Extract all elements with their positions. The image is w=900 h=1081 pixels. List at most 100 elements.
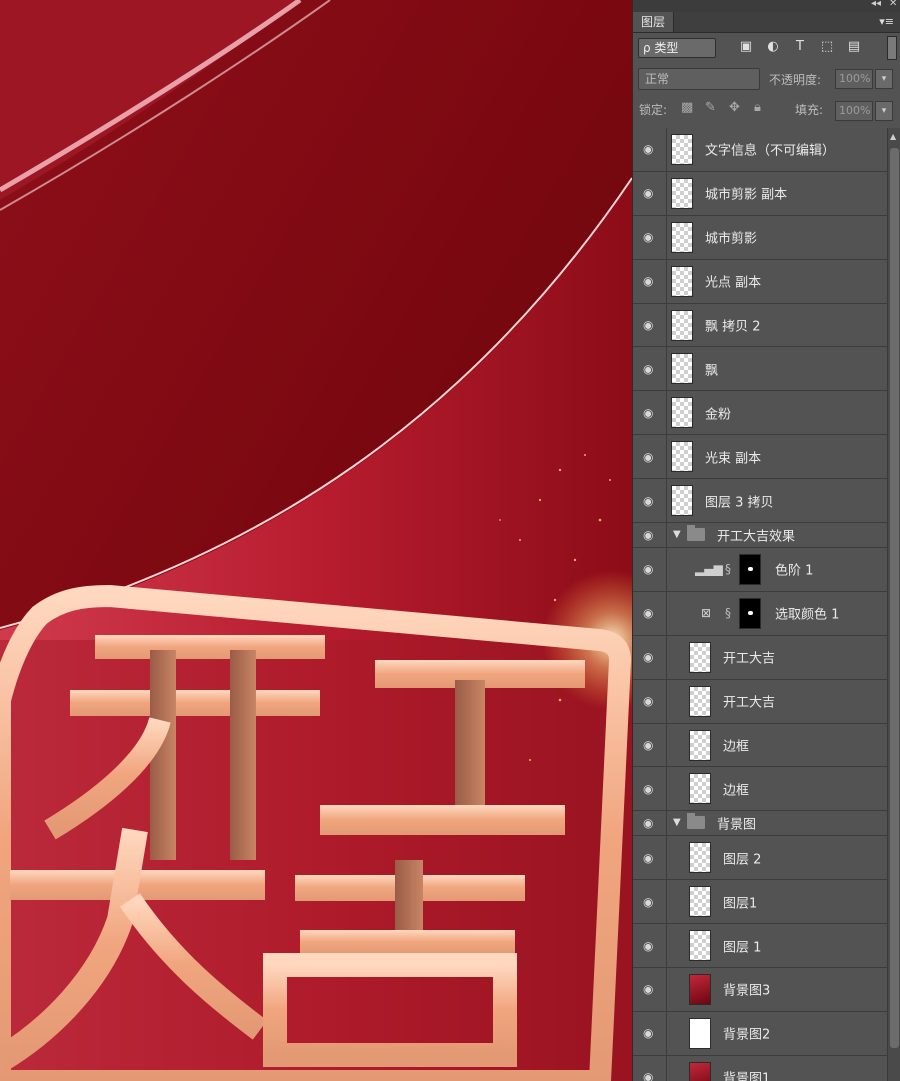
layer-name[interactable]: 边框 — [723, 736, 749, 755]
layer-group-row[interactable]: ◉ ▼ 开工大吉效果 — [633, 523, 887, 549]
layer-thumbnail[interactable] — [689, 930, 711, 962]
layer-row[interactable]: ◉ 开工大吉 — [633, 635, 887, 680]
layer-name[interactable]: 开工大吉 — [723, 692, 775, 711]
layer-name[interactable]: 背景图3 — [723, 980, 770, 999]
visibility-toggle[interactable]: ◉ — [633, 767, 667, 811]
panel-menu-icon[interactable]: ▾≡ — [879, 15, 894, 28]
layer-name[interactable]: 光束 副本 — [705, 447, 761, 466]
layer-name[interactable]: 文字信息（不可编辑） — [705, 140, 835, 159]
filter-toggle-switch[interactable] — [887, 36, 897, 60]
collapse-panel-icon[interactable]: ◂◂ — [871, 0, 881, 9]
layer-thumbnail[interactable] — [671, 397, 693, 429]
document-canvas[interactable] — [0, 0, 632, 1081]
layer-row[interactable]: ◉ 图层 2 — [633, 836, 887, 881]
visibility-toggle[interactable]: ◉ — [633, 968, 667, 1011]
layer-thumbnail[interactable] — [689, 842, 711, 874]
layer-thumbnail[interactable] — [689, 886, 711, 918]
layer-name[interactable]: 城市剪影 副本 — [705, 184, 787, 203]
layer-thumbnail[interactable] — [671, 134, 693, 165]
mask-link-icon[interactable]: § — [725, 606, 731, 620]
layer-name[interactable]: 色阶 1 — [775, 560, 813, 579]
shape-icon[interactable]: ⬚ — [818, 38, 836, 56]
lock-position-icon[interactable]: ✥ — [729, 100, 740, 115]
layer-thumbnail[interactable] — [671, 309, 693, 341]
layer-row[interactable]: ◉ 边框 — [633, 767, 887, 812]
layer-row[interactable]: ◉ ▂▄▆ § 色阶 1 — [633, 548, 887, 592]
visibility-toggle[interactable]: ◉ — [633, 723, 667, 767]
layer-name[interactable]: 图层1 — [723, 892, 757, 911]
layer-row[interactable]: ◉ 光束 副本 — [633, 435, 887, 480]
visibility-toggle[interactable]: ◉ — [633, 479, 667, 523]
layer-name[interactable]: 城市剪影 — [705, 228, 757, 247]
fill-dropdown-icon[interactable]: ▾ — [875, 101, 893, 121]
visibility-toggle[interactable]: ◉ — [633, 391, 667, 435]
layer-name[interactable]: 背景图2 — [723, 1024, 770, 1043]
visibility-toggle[interactable]: ◉ — [633, 635, 667, 679]
layer-thumbnail[interactable] — [671, 441, 693, 473]
scroll-up-icon[interactable]: ▲ — [890, 132, 896, 141]
layer-row[interactable]: ◉ ⊠ § 选取颜色 1 — [633, 591, 887, 636]
visibility-toggle[interactable]: ◉ — [633, 1011, 667, 1055]
layer-name[interactable]: 开工大吉 — [723, 648, 775, 667]
tab-layers[interactable]: 图层 — [633, 12, 675, 32]
layer-name[interactable]: 边框 — [723, 779, 749, 798]
layer-row[interactable]: ◉ 飘 — [633, 347, 887, 392]
visibility-toggle[interactable]: ◉ — [633, 171, 667, 215]
blend-mode-select[interactable]: 正常 — [638, 68, 760, 90]
layer-thumbnail[interactable] — [671, 353, 693, 385]
layer-name[interactable]: 图层 2 — [723, 848, 761, 867]
layer-thumbnail[interactable] — [689, 641, 711, 673]
layer-name[interactable]: 背景图1 — [723, 1068, 770, 1081]
lock-pixels-icon[interactable]: ✎ — [705, 100, 716, 115]
close-panel-icon[interactable]: ✕ — [889, 0, 897, 9]
expand-group-icon[interactable]: ▼ — [673, 817, 681, 828]
layer-name[interactable]: 图层 1 — [723, 936, 761, 955]
visibility-toggle[interactable]: ◉ — [633, 523, 667, 548]
visibility-toggle[interactable]: ◉ — [633, 880, 667, 924]
layer-row[interactable]: ◉ 金粉 — [633, 391, 887, 436]
layer-name[interactable]: 金粉 — [705, 403, 731, 422]
smart-object-icon[interactable]: ▤ — [845, 38, 863, 56]
layer-mask-thumbnail[interactable] — [739, 597, 761, 629]
visibility-toggle[interactable]: ◉ — [633, 347, 667, 391]
layer-row[interactable]: ◉ 边框 — [633, 723, 887, 768]
layer-list-scrollbar[interactable]: ▲ — [887, 128, 900, 1081]
layer-row[interactable]: ◉ 城市剪影 副本 — [633, 171, 887, 216]
adjustment-icon[interactable]: ◐ — [764, 38, 782, 56]
layer-thumbnail[interactable] — [671, 265, 693, 297]
visibility-toggle[interactable]: ◉ — [633, 435, 667, 479]
visibility-toggle[interactable]: ◉ — [633, 679, 667, 723]
opacity-field[interactable]: 100% — [835, 69, 873, 89]
visibility-toggle[interactable]: ◉ — [633, 811, 667, 836]
layer-name[interactable]: 飘 拷贝 2 — [705, 316, 761, 335]
mask-link-icon[interactable]: § — [725, 562, 731, 576]
visibility-toggle[interactable]: ◉ — [633, 215, 667, 259]
layer-name[interactable]: 光点 副本 — [705, 272, 761, 291]
visibility-toggle[interactable]: ◉ — [633, 548, 667, 591]
layer-row[interactable]: ◉ 城市剪影 — [633, 215, 887, 260]
layer-thumbnail[interactable] — [671, 221, 693, 253]
layer-thumbnail[interactable] — [689, 1017, 711, 1049]
layer-row[interactable]: ◉ 开工大吉 — [633, 679, 887, 724]
type-icon[interactable]: T — [791, 38, 809, 56]
lock-transparent-icon[interactable]: ▩ — [681, 100, 693, 115]
layer-row[interactable]: ◉ 图层1 — [633, 880, 887, 925]
layer-name[interactable]: 选取颜色 1 — [775, 604, 839, 623]
visibility-toggle[interactable]: ◉ — [633, 836, 667, 880]
layer-row[interactable]: ◉ 背景图3 — [633, 968, 887, 1012]
layer-thumbnail[interactable] — [671, 177, 693, 209]
visibility-toggle[interactable]: ◉ — [633, 1055, 667, 1081]
layer-thumbnail[interactable] — [689, 974, 711, 1006]
layer-name[interactable]: 图层 3 拷贝 — [705, 491, 774, 510]
layer-thumbnail[interactable] — [689, 729, 711, 761]
visibility-toggle[interactable]: ◉ — [633, 259, 667, 303]
layer-filter-select[interactable]: ρ 类型 — [638, 38, 716, 58]
layer-thumbnail[interactable] — [689, 685, 711, 717]
layer-group-row[interactable]: ◉ ▼ 背景图 — [633, 811, 887, 837]
visibility-toggle[interactable]: ◉ — [633, 303, 667, 347]
layer-thumbnail[interactable] — [689, 773, 711, 805]
layer-thumbnail[interactable] — [671, 485, 693, 517]
layer-row[interactable]: ◉ 文字信息（不可编辑） — [633, 128, 887, 172]
layer-row[interactable]: ◉ 图层 1 — [633, 924, 887, 969]
layer-mask-thumbnail[interactable] — [739, 554, 761, 586]
